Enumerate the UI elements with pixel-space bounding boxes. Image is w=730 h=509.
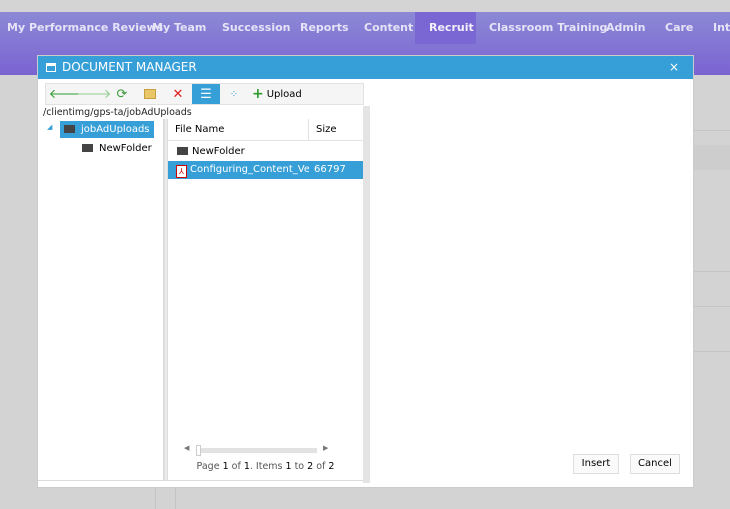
nav-content[interactable]: Content [357,12,420,44]
tree-node-label: jobAdUploads [81,124,150,135]
nav-my-team[interactable]: My Team [145,12,213,44]
thumbnail-view-icon[interactable]: ⁘ [220,84,248,104]
insert-button[interactable]: Insert [573,454,619,474]
cancel-button[interactable]: Cancel [630,454,680,474]
file-row-selected[interactable]: ⅄Configuring_Content_Vendors 66797 [168,161,363,179]
bg-divider [694,306,730,307]
file-row[interactable]: NewFolder [168,143,363,161]
grid-header: File Name Size [168,119,363,141]
delete-icon[interactable]: ✕ [164,84,192,104]
pdf-icon: ⅄ [176,165,187,178]
nav-care[interactable]: Care [658,12,700,44]
column-size[interactable]: Size [309,119,337,140]
toolbar: 🡐 🡒 ⟳ ✕ ☰ ⁘ + Upload [45,83,364,105]
bg-divider [694,130,730,131]
list-view-icon[interactable]: ☰ [192,84,220,104]
file-grid: File Name Size NewFolder ⅄ Configuring_Co… [168,119,363,481]
plus-icon: + [252,86,264,102]
file-size: 66797 [314,164,346,175]
bg-divider [694,351,730,352]
tree-node-label: NewFolder [99,143,152,154]
nav-classroom-training[interactable]: Classroom Training [482,12,614,44]
folder-icon [82,144,93,152]
divider [38,480,363,481]
vertical-scrollbar[interactable] [363,106,370,483]
nav-admin[interactable]: Admin [599,12,652,44]
folder-icon [177,147,188,155]
upload-button[interactable]: + Upload [248,84,306,104]
bg-header [694,145,730,170]
nav-more[interactable]: Inte [706,12,730,44]
top-bar [0,0,730,12]
nav-recruit[interactable]: Recruit [415,12,476,44]
scroll-thumb[interactable] [196,445,201,456]
file-name: Configuring_Content_Vendors [190,164,309,175]
expand-arrow-icon[interactable]: ◢ [47,123,52,131]
folder-icon [64,125,75,133]
folder-tree: ◢ jobAdUploads NewFolder [41,119,164,481]
column-file-name[interactable]: File Name [168,119,309,140]
nav-reports[interactable]: Reports [293,12,356,44]
forward-arrow-icon[interactable]: 🡒 [77,84,112,104]
document-manager-dialog: DOCUMENT MANAGER × 🡐 🡒 ⟳ ✕ ☰ ⁘ + Upload /… [37,55,694,488]
dialog-titlebar: DOCUMENT MANAGER × [38,56,693,79]
tree-node-root[interactable]: jobAdUploads [60,121,154,138]
bg-divider [694,271,730,272]
nav-succession[interactable]: Succession [215,12,298,44]
horizontal-scrollbar[interactable]: ◀ ▶ [184,444,328,456]
bg-divider [155,488,156,509]
upload-label: Upload [266,88,302,100]
pager-info: Page 1 of 1. Items 1 to 2 of 2 [196,461,335,472]
tree-node-child[interactable]: NewFolder [78,140,156,157]
window-icon [46,63,56,72]
refresh-icon[interactable]: ⟳ [108,84,136,104]
current-path: /clientimg/gps-ta/jobAdUploads [43,107,192,118]
close-button[interactable]: × [669,56,679,79]
scroll-right-icon[interactable]: ▶ [323,444,328,452]
dialog-title: DOCUMENT MANAGER [62,60,197,74]
new-folder-icon[interactable] [136,84,164,104]
bg-divider [175,488,176,509]
file-name: NewFolder [192,146,245,157]
scroll-left-icon[interactable]: ◀ [184,444,189,452]
